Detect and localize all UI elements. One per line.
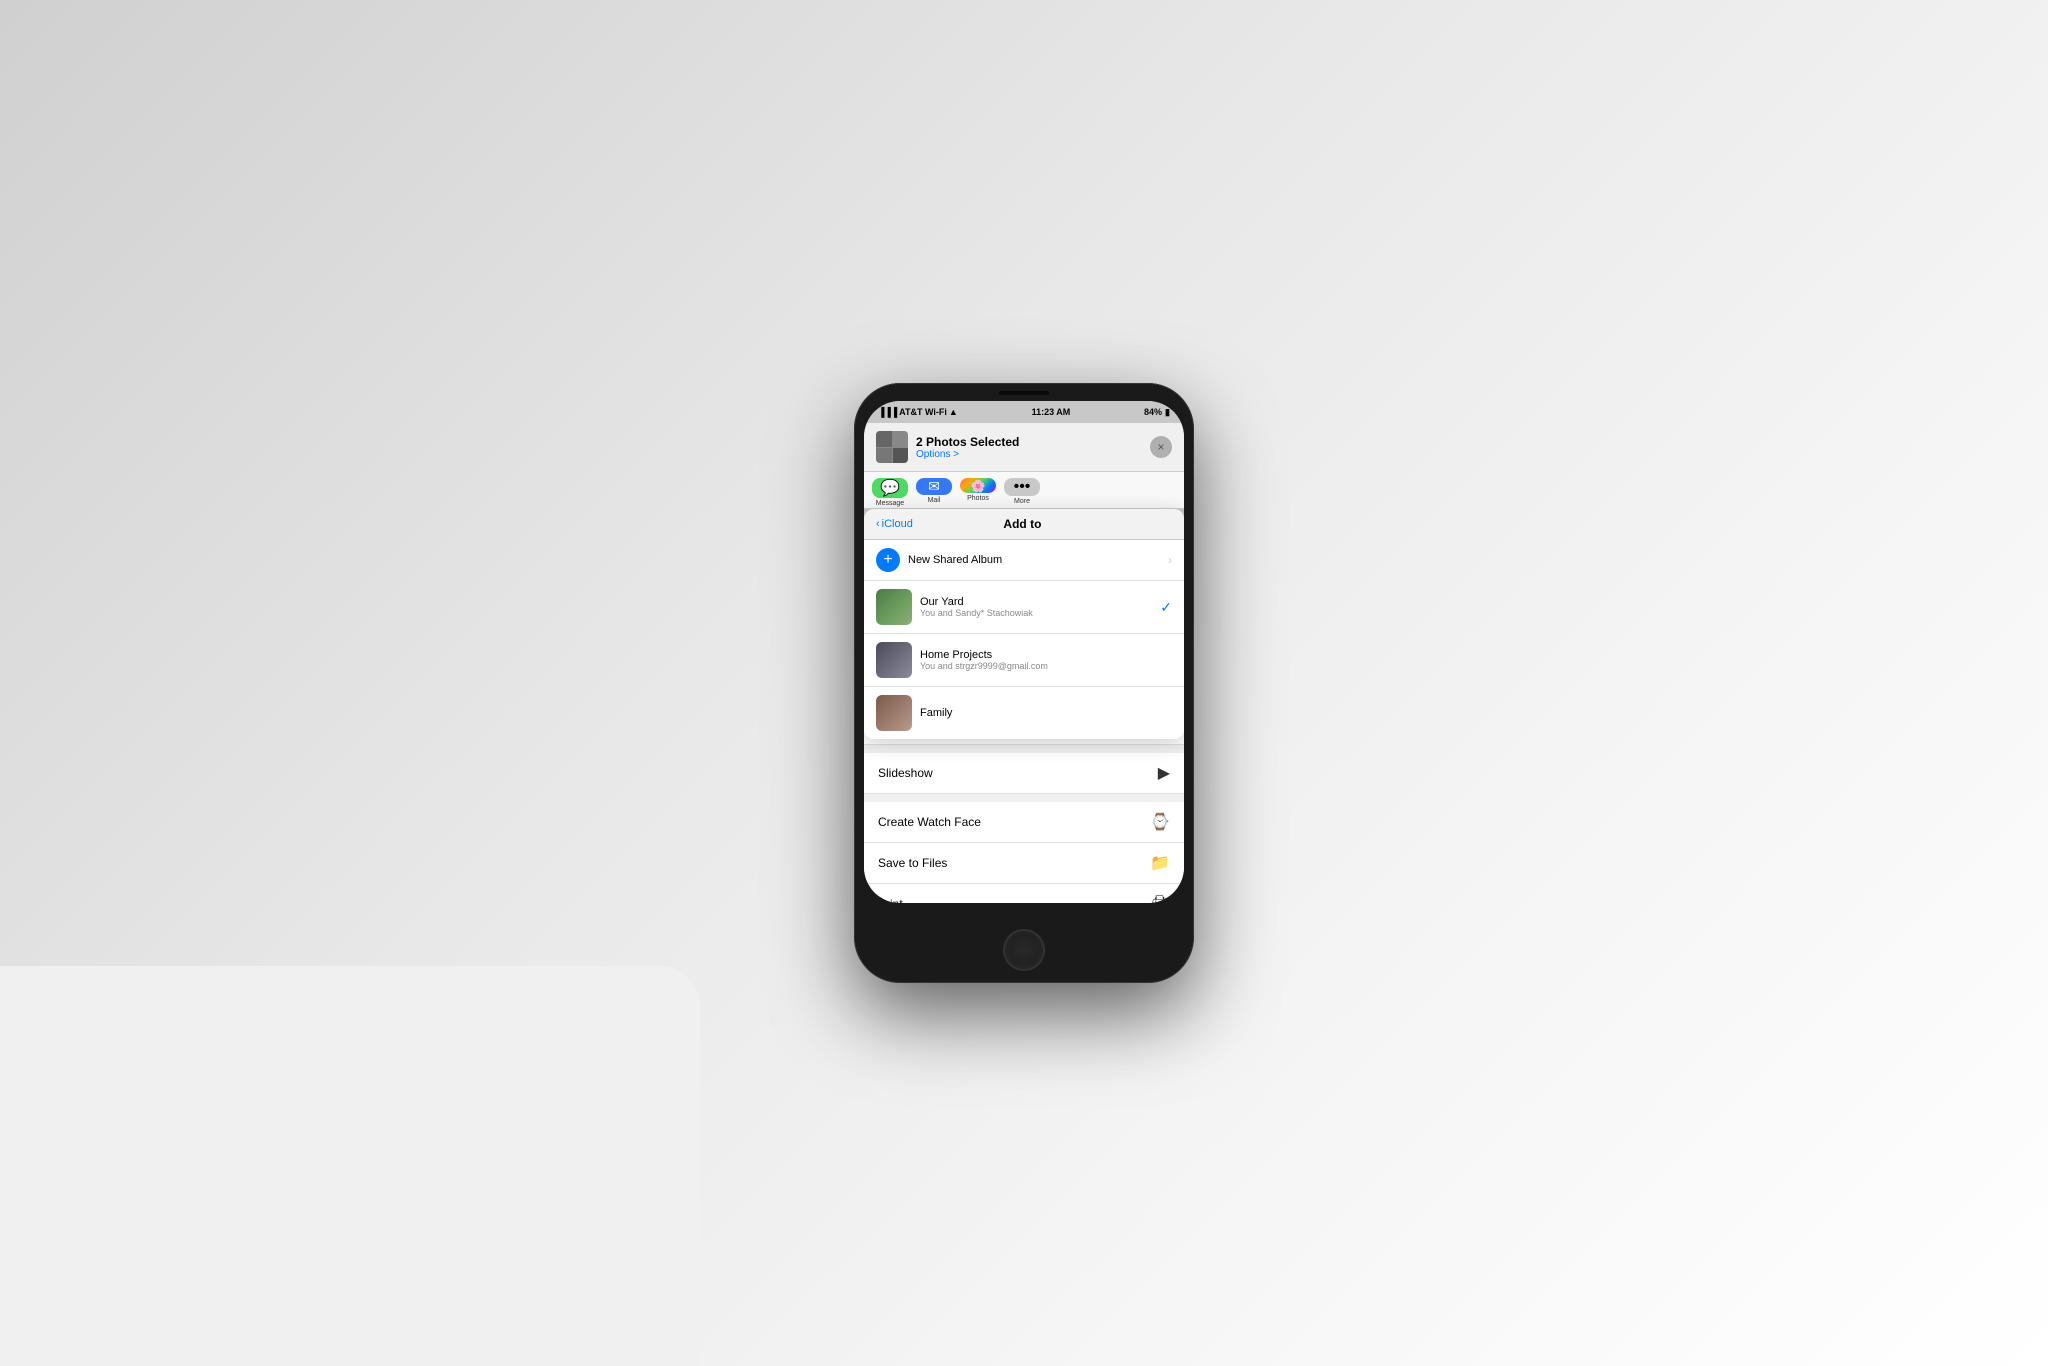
- chevron-right-icon: ›: [1168, 553, 1172, 567]
- mail-label: Mail: [928, 497, 941, 504]
- photos-label: Photos: [967, 495, 989, 502]
- menu-create-watch-face[interactable]: Create Watch Face ⌚: [864, 802, 1184, 843]
- album-family-text: Family: [920, 707, 1172, 719]
- shelf-decoration: [0, 966, 700, 1366]
- album-home-thumb: [876, 642, 912, 678]
- album-our-yard[interactable]: Our Yard You and Sandy* Stachowiak ✓: [864, 581, 1184, 634]
- share-app-more[interactable]: ••• More: [1004, 478, 1040, 502]
- phone-speaker: [999, 391, 1049, 395]
- share-header-left: 2 Photos Selected Options >: [876, 431, 1019, 463]
- menu-slideshow[interactable]: Slideshow ▶: [864, 753, 1184, 794]
- thumb-cell-4: [893, 448, 909, 464]
- share-apps-row: 💬 Message ✉ Mail 🌸 Photos ••• More: [864, 472, 1184, 509]
- home-button[interactable]: [1003, 929, 1045, 971]
- folder-icon: 📁: [1150, 853, 1170, 873]
- add-to-dropdown: ‹ iCloud Add to + New Shared Album ›: [864, 509, 1184, 739]
- album-yard-text: Our Yard You and Sandy* Stachowiak: [920, 596, 1152, 618]
- status-carrier: ▐▐▐ AT&T Wi-Fi ▲: [878, 407, 958, 417]
- album-yard-thumb: [876, 589, 912, 625]
- selected-photos-thumb: [876, 431, 908, 463]
- dropdown-header: ‹ iCloud Add to: [864, 509, 1184, 540]
- share-header: 2 Photos Selected Options > ×: [864, 423, 1184, 472]
- more-label: More: [1014, 498, 1030, 505]
- dropdown-back-button[interactable]: ‹ iCloud: [876, 518, 913, 530]
- menu-item-left: Create Watch Face: [878, 815, 981, 829]
- status-bar: ▐▐▐ AT&T Wi-Fi ▲ 11:23 AM 84% ▮: [864, 401, 1184, 423]
- share-app-photos[interactable]: 🌸 Photos: [960, 478, 996, 502]
- plus-icon: +: [876, 548, 900, 572]
- share-app-mail[interactable]: ✉ Mail: [916, 478, 952, 502]
- share-options-link[interactable]: Options >: [916, 449, 1019, 460]
- thumb-cell-3: [876, 448, 892, 464]
- phone-screen: ▐▐▐ AT&T Wi-Fi ▲ 11:23 AM 84% ▮: [864, 401, 1184, 903]
- menu-item-left: Save to Files: [878, 856, 947, 870]
- more-icon: •••: [1004, 478, 1040, 496]
- album-home-text: Home Projects You and strgzr9999@gmail.c…: [920, 649, 1172, 671]
- menu-item-left: Print: [878, 897, 903, 903]
- battery-icon: ▮: [1165, 407, 1170, 418]
- menu-separator-1: [864, 745, 1184, 753]
- watch-icon: ⌚: [1150, 812, 1170, 832]
- close-button[interactable]: ×: [1150, 436, 1172, 458]
- album-family[interactable]: Family: [864, 687, 1184, 739]
- signal-icon: ▐▐▐: [878, 407, 897, 417]
- status-battery: 84% ▮: [1144, 407, 1170, 418]
- photos-icon: 🌸: [960, 478, 996, 493]
- album-family-thumb: [876, 695, 912, 731]
- mail-icon: ✉: [916, 478, 952, 495]
- share-title-group: 2 Photos Selected Options >: [916, 435, 1019, 460]
- thumb-cell-1: [876, 431, 892, 447]
- phone-device: ▐▐▐ AT&T Wi-Fi ▲ 11:23 AM 84% ▮: [854, 383, 1194, 983]
- play-icon: ▶: [1158, 763, 1170, 783]
- messages-icon: 💬: [872, 478, 908, 498]
- screen-content: 2 Photos Selected Options > × 💬 Message …: [864, 423, 1184, 903]
- share-title: 2 Photos Selected: [916, 435, 1019, 449]
- status-time: 11:23 AM: [1032, 407, 1071, 417]
- thumb-cell-2: [893, 431, 909, 447]
- menu-separator-2: [864, 794, 1184, 802]
- wifi-icon: ▲: [949, 407, 958, 417]
- new-album-text: New Shared Album: [908, 554, 1160, 566]
- menu-item-left: Slideshow: [878, 766, 933, 780]
- new-shared-album-item[interactable]: + New Shared Album ›: [864, 540, 1184, 581]
- album-home-projects[interactable]: Home Projects You and strgzr9999@gmail.c…: [864, 634, 1184, 687]
- chevron-left-icon: ‹: [876, 518, 880, 530]
- dropdown-title: Add to: [1003, 517, 1041, 531]
- menu-save-to-files[interactable]: Save to Files 📁: [864, 843, 1184, 884]
- messages-label: Message: [876, 500, 904, 507]
- print-icon: 🖨: [1150, 894, 1170, 903]
- checkmark-icon: ✓: [1160, 599, 1172, 616]
- share-app-message[interactable]: 💬 Message: [872, 478, 908, 502]
- menu-print[interactable]: Print 🖨: [864, 884, 1184, 903]
